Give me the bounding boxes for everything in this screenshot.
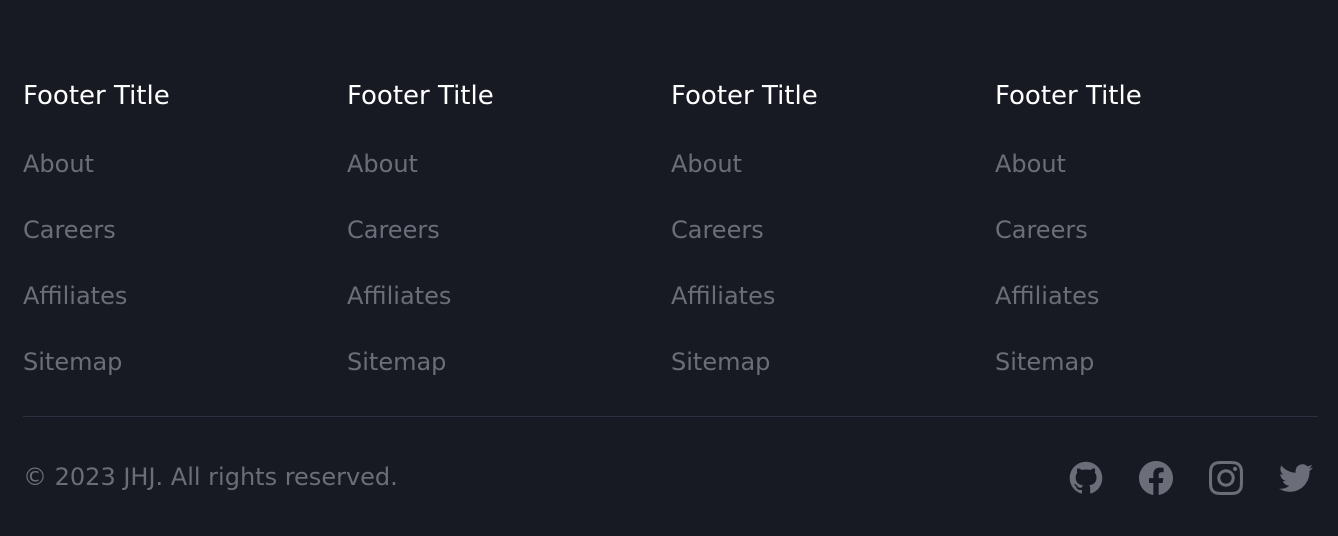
footer-link-list: About Careers Affiliates Sitemap [347, 144, 647, 408]
sitemap-link[interactable]: Sitemap [347, 342, 446, 382]
footer-link-item: About [23, 144, 323, 210]
footer-link-item: About [995, 144, 1295, 210]
about-link[interactable]: About [23, 144, 94, 184]
footer-link-item: Affiliates [23, 276, 323, 342]
footer-link-item: Sitemap [995, 342, 1295, 408]
footer-link-item: Affiliates [995, 276, 1295, 342]
footer-link-item: Careers [23, 210, 323, 276]
footer-column-2: Footer Title About Careers Affiliates Si… [347, 76, 647, 408]
facebook-icon[interactable] [1138, 460, 1174, 496]
footer-link-item: Affiliates [347, 276, 647, 342]
copyright-text: © 2023 JHJ. All rights reserved. [23, 463, 398, 491]
footer-link-item: Sitemap [23, 342, 323, 408]
sitemap-link[interactable]: Sitemap [23, 342, 122, 382]
sitemap-link[interactable]: Sitemap [995, 342, 1094, 382]
affiliates-link[interactable]: Affiliates [671, 276, 775, 316]
site-footer: Footer Title About Careers Affiliates Si… [0, 0, 1338, 536]
footer-column-title: Footer Title [347, 81, 494, 111]
footer-link-list: About Careers Affiliates Sitemap [23, 144, 323, 408]
footer-link-item: Careers [671, 210, 971, 276]
footer-link-item: Careers [995, 210, 1295, 276]
footer-link-item: Affiliates [671, 276, 971, 342]
careers-link[interactable]: Careers [23, 210, 116, 250]
about-link[interactable]: About [995, 144, 1066, 184]
sitemap-link[interactable]: Sitemap [671, 342, 770, 382]
social-links [1068, 460, 1314, 496]
footer-link-item: Sitemap [671, 342, 971, 408]
affiliates-link[interactable]: Affiliates [23, 276, 127, 316]
twitter-icon[interactable] [1278, 460, 1314, 496]
footer-column-1: Footer Title About Careers Affiliates Si… [23, 76, 323, 408]
footer-divider [23, 416, 1318, 417]
about-link[interactable]: About [347, 144, 418, 184]
footer-link-item: Careers [347, 210, 647, 276]
footer-column-title: Footer Title [995, 81, 1142, 111]
affiliates-link[interactable]: Affiliates [995, 276, 1099, 316]
careers-link[interactable]: Careers [995, 210, 1088, 250]
careers-link[interactable]: Careers [671, 210, 764, 250]
footer-column-4: Footer Title About Careers Affiliates Si… [995, 76, 1295, 408]
footer-column-title: Footer Title [23, 81, 170, 111]
about-link[interactable]: About [671, 144, 742, 184]
footer-column-title: Footer Title [671, 81, 818, 111]
footer-column-3: Footer Title About Careers Affiliates Si… [671, 76, 971, 408]
footer-link-list: About Careers Affiliates Sitemap [995, 144, 1295, 408]
footer-link-item: About [671, 144, 971, 210]
affiliates-link[interactable]: Affiliates [347, 276, 451, 316]
instagram-icon[interactable] [1208, 460, 1244, 496]
footer-link-item: Sitemap [347, 342, 647, 408]
footer-link-list: About Careers Affiliates Sitemap [671, 144, 971, 408]
footer-link-item: About [347, 144, 647, 210]
careers-link[interactable]: Careers [347, 210, 440, 250]
github-icon[interactable] [1068, 460, 1104, 496]
footer-columns: Footer Title About Careers Affiliates Si… [23, 76, 1318, 386]
